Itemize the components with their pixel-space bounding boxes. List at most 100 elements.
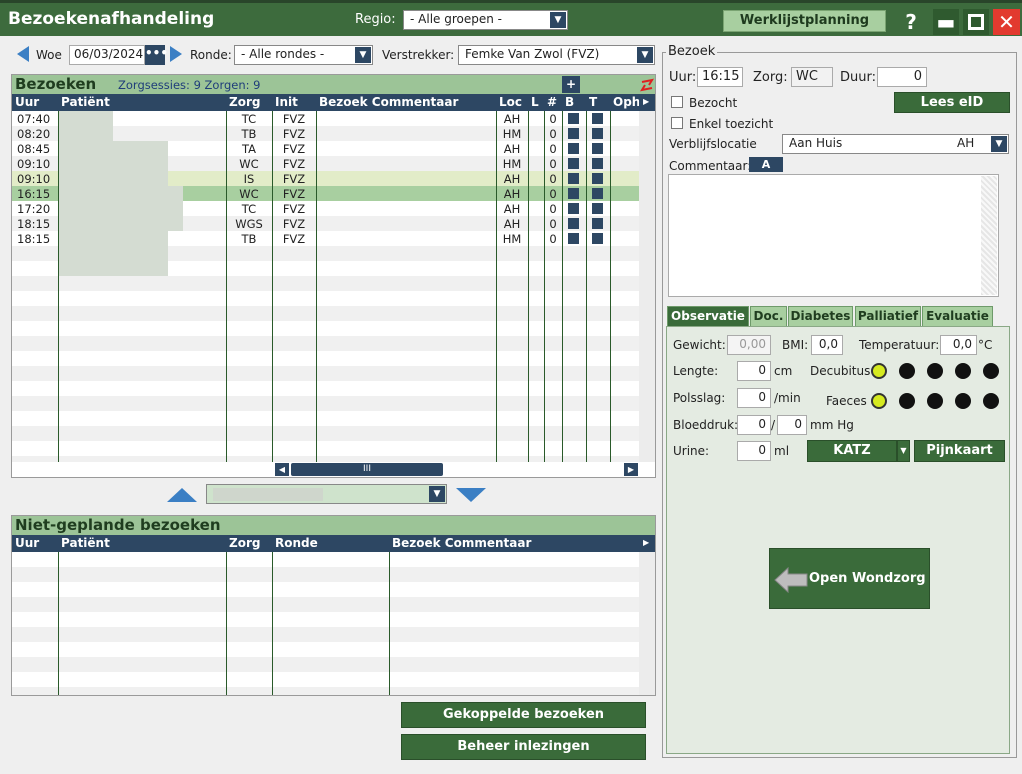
status-square[interactable] <box>568 128 579 139</box>
decubitus-level-1[interactable] <box>899 363 915 379</box>
patient-select[interactable]: ▼ <box>206 484 447 504</box>
close-button[interactable]: ✕ <box>993 9 1020 35</box>
polsslag-input[interactable]: 0 <box>737 388 771 408</box>
column-header[interactable]: Uur <box>15 95 58 109</box>
werklijstplanning-button[interactable]: Werklijstplanning <box>723 10 886 32</box>
faeces-level-2[interactable] <box>927 393 943 409</box>
lengte-input[interactable]: 0 <box>737 361 771 381</box>
minimize-button[interactable]: ▬ <box>933 9 959 35</box>
bezocht-checkbox[interactable] <box>671 96 683 108</box>
gewicht-input[interactable]: 0,00 <box>727 335 771 355</box>
move-down-arrow-icon[interactable] <box>455 487 487 503</box>
chevron-down-icon[interactable]: ▼ <box>637 47 653 63</box>
lees-eid-button[interactable]: Lees eID <box>894 92 1010 113</box>
scroll-columns-icon[interactable]: ▶ <box>643 97 649 106</box>
status-square[interactable] <box>568 158 579 169</box>
verblijfslocatie-select[interactable]: Aan Huis AH ▼ <box>782 134 1009 154</box>
help-button[interactable]: ? <box>898 9 924 35</box>
verstrekker-select[interactable]: Femke Van Zwol (FVZ) ▼ <box>458 45 655 65</box>
tab-evaluatie[interactable]: Evaluatie <box>922 306 993 327</box>
ronde-select[interactable]: - Alle rondes - ▼ <box>234 45 373 65</box>
scroll-right-button[interactable]: ▶ <box>624 463 638 476</box>
status-square[interactable] <box>568 173 579 184</box>
decubitus-level-3[interactable] <box>955 363 971 379</box>
move-up-arrow-icon[interactable] <box>166 487 198 503</box>
date-picker-button[interactable]: ••• <box>145 45 168 65</box>
horizontal-scrollbar-thumb[interactable]: III <box>291 463 443 476</box>
column-header[interactable]: Uur <box>15 536 58 550</box>
prev-day-arrow-icon[interactable] <box>15 45 31 63</box>
temperatuur-input[interactable]: 0,0 <box>940 335 977 355</box>
chevron-down-icon[interactable]: ▼ <box>355 47 371 63</box>
decubitus-level-2[interactable] <box>927 363 943 379</box>
commentaar-textarea[interactable] <box>668 174 999 297</box>
column-header[interactable]: Bezoek Commentaar <box>319 95 496 109</box>
duur-input[interactable]: 0 <box>877 67 927 87</box>
scroll-columns-icon[interactable]: ▶ <box>643 538 649 547</box>
vertical-scrollbar[interactable] <box>639 552 655 695</box>
column-header[interactable]: Oph <box>613 95 639 109</box>
column-header[interactable]: B <box>565 95 586 109</box>
status-square[interactable] <box>592 128 603 139</box>
uur-input[interactable]: 16:15 <box>697 67 743 87</box>
column-header[interactable]: Patiënt <box>61 536 226 550</box>
status-square[interactable] <box>592 203 603 214</box>
textarea-scrollbar[interactable] <box>981 176 997 295</box>
column-header[interactable]: # <box>547 95 562 109</box>
status-square[interactable] <box>592 218 603 229</box>
column-header[interactable]: T <box>589 95 610 109</box>
status-square[interactable] <box>568 113 579 124</box>
pijnkaart-button[interactable]: Pijnkaart <box>914 440 1005 462</box>
status-square[interactable] <box>568 188 579 199</box>
status-square[interactable] <box>568 218 579 229</box>
decubitus-level-0[interactable] <box>871 363 887 379</box>
status-square[interactable] <box>568 143 579 154</box>
status-square[interactable] <box>592 188 603 199</box>
tab-palliatief[interactable]: Palliatief <box>855 306 921 327</box>
bloeddruk-systolic-input[interactable]: 0 <box>737 415 771 435</box>
decubitus-level-4[interactable] <box>983 363 999 379</box>
faeces-level-3[interactable] <box>955 393 971 409</box>
scroll-left-button[interactable]: ◀ <box>275 463 289 476</box>
katz-dropdown-button[interactable]: ▼ <box>897 440 910 462</box>
column-header[interactable]: Loc <box>499 95 528 109</box>
status-square[interactable] <box>592 173 603 184</box>
column-header[interactable]: Zorg <box>229 95 272 109</box>
open-wondzorg-button[interactable]: Open Wondzorg <box>769 548 930 609</box>
next-day-arrow-icon[interactable] <box>168 45 184 63</box>
commentaar-text-button[interactable]: A <box>749 157 783 172</box>
katz-button[interactable]: KATZ <box>807 440 897 462</box>
status-square[interactable] <box>592 158 603 169</box>
chevron-down-icon[interactable]: ▼ <box>429 486 445 502</box>
gekoppelde-bezoeken-button[interactable]: Gekoppelde bezoeken <box>401 702 646 728</box>
enkel-toezicht-checkbox[interactable] <box>671 117 683 129</box>
chevron-down-icon[interactable]: ▼ <box>550 12 566 28</box>
column-header[interactable]: Ronde <box>275 536 389 550</box>
tab-doc[interactable]: Doc. <box>750 306 787 327</box>
vertical-scrollbar[interactable] <box>639 111 655 462</box>
faeces-level-4[interactable] <box>983 393 999 409</box>
urine-input[interactable]: 0 <box>737 441 771 461</box>
status-square[interactable] <box>592 143 603 154</box>
chevron-down-icon[interactable]: ▼ <box>991 136 1007 152</box>
add-bezoek-button[interactable]: + <box>562 76 580 93</box>
tab-diabetes[interactable]: Diabetes <box>788 306 853 327</box>
bloeddruk-diastolic-input[interactable]: 0 <box>777 415 807 435</box>
status-square[interactable] <box>568 203 579 214</box>
status-square[interactable] <box>568 233 579 244</box>
column-header[interactable]: Init <box>275 95 316 109</box>
faeces-level-0[interactable] <box>871 393 887 409</box>
maximize-button[interactable] <box>963 9 989 35</box>
beheer-inlezingen-button[interactable]: Beheer inlezingen <box>401 734 646 760</box>
date-input[interactable]: 06/03/2024 <box>69 45 145 65</box>
status-square[interactable] <box>592 113 603 124</box>
status-square[interactable] <box>592 233 603 244</box>
regio-select[interactable]: - Alle groepen - ▼ <box>403 10 568 30</box>
tab-observatie[interactable]: Observatie <box>667 306 749 327</box>
faeces-level-1[interactable] <box>899 393 915 409</box>
column-header[interactable]: Bezoek Commentaar <box>392 536 639 550</box>
refresh-icon[interactable] <box>639 77 655 93</box>
column-header[interactable]: Patiënt <box>61 95 226 109</box>
column-header[interactable]: Zorg <box>229 536 272 550</box>
column-header[interactable]: L <box>531 95 544 109</box>
